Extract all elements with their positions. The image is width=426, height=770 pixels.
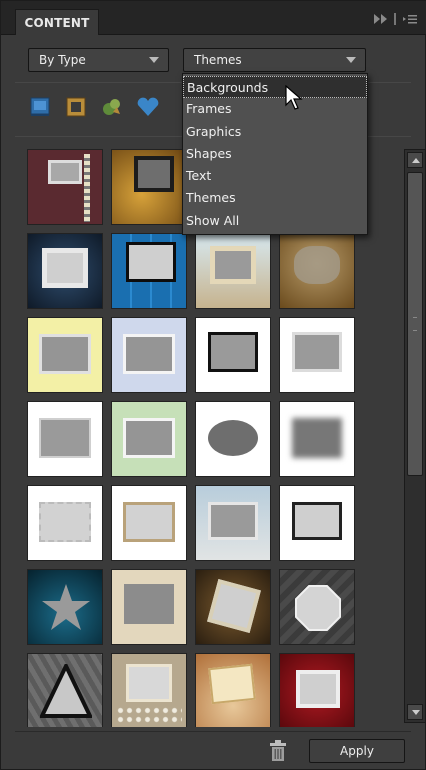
thumbnail[interactable] <box>27 401 103 477</box>
scroll-down-icon[interactable] <box>407 704 423 720</box>
thumbnail[interactable] <box>195 401 271 477</box>
thumbnail[interactable] <box>195 653 271 727</box>
thumbnail[interactable] <box>111 233 187 309</box>
chevron-down-icon <box>346 57 356 63</box>
thumbnail[interactable] <box>111 569 187 645</box>
type-icon-bar <box>27 94 161 120</box>
panel-header: CONTENT <box>1 1 426 35</box>
shapes-icon[interactable] <box>135 94 161 120</box>
apply-button[interactable]: Apply <box>309 739 405 763</box>
menu-item-graphics[interactable]: Graphics <box>183 121 367 143</box>
thumbnail[interactable] <box>27 485 103 561</box>
menu-item-frames[interactable]: Frames <box>183 98 367 120</box>
fast-forward-icon[interactable] <box>374 14 388 27</box>
thumbnail[interactable] <box>111 317 187 393</box>
thumbnail[interactable] <box>111 485 187 561</box>
graphics-icon[interactable] <box>99 94 125 120</box>
category-filter-dropdown[interactable]: Themes <box>183 48 366 72</box>
chevron-down-icon <box>149 57 159 63</box>
header-icons <box>374 13 417 28</box>
content-panel: CONTENT By Type Themes Apply Backgrounds… <box>0 0 426 770</box>
type-filter-value: By Type <box>39 53 86 67</box>
thumbnail[interactable] <box>27 317 103 393</box>
type-filter-dropdown[interactable]: By Type <box>28 48 169 72</box>
tab-content[interactable]: CONTENT <box>15 9 99 35</box>
thumbnail[interactable] <box>111 149 187 225</box>
thumbnail[interactable] <box>27 149 103 225</box>
scroll-up-icon[interactable] <box>407 152 423 168</box>
thumbnail[interactable] <box>279 653 355 727</box>
trash-icon[interactable] <box>269 740 287 762</box>
menu-item-shapes[interactable]: Shapes <box>183 143 367 165</box>
thumbnail[interactable] <box>195 317 271 393</box>
menu-item-themes[interactable]: Themes <box>183 187 367 209</box>
grip-icon <box>413 317 417 331</box>
menu-icon[interactable] <box>403 14 417 27</box>
thumbnail[interactable] <box>279 401 355 477</box>
thumbnail[interactable] <box>111 401 187 477</box>
thumbnail[interactable] <box>279 233 355 309</box>
divider <box>15 731 411 732</box>
category-filter-value: Themes <box>194 53 242 67</box>
pipe-icon <box>394 13 397 28</box>
thumbnail[interactable] <box>279 317 355 393</box>
mouse-pointer-icon <box>285 84 303 111</box>
menu-item-text[interactable]: Text <box>183 165 367 187</box>
vertical-scrollbar[interactable] <box>404 149 426 723</box>
thumbnail[interactable] <box>195 233 271 309</box>
thumbnail[interactable] <box>279 485 355 561</box>
menu-item-backgrounds[interactable]: Backgrounds <box>183 76 367 99</box>
scrollbar-thumb[interactable] <box>407 172 423 476</box>
menu-item-show-all[interactable]: Show All <box>183 210 367 232</box>
thumbnail[interactable] <box>195 485 271 561</box>
backgrounds-icon[interactable] <box>27 94 53 120</box>
thumbnail[interactable] <box>195 569 271 645</box>
thumbnail[interactable] <box>27 653 103 727</box>
thumbnail[interactable] <box>111 653 187 727</box>
thumbnail-grid <box>27 149 355 727</box>
thumbnail[interactable] <box>27 569 103 645</box>
thumbnail[interactable] <box>27 233 103 309</box>
category-dropdown-menu: Backgrounds Frames Graphics Shapes Text … <box>182 73 368 236</box>
frames-icon[interactable] <box>63 94 89 120</box>
thumbnail[interactable] <box>279 569 355 645</box>
